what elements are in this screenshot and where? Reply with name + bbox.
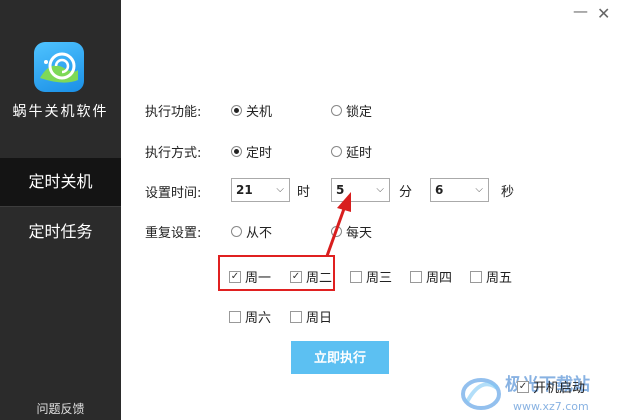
radio-icon[interactable] [231,226,242,237]
option-label: 锁定 [346,105,373,120]
annotation-arrow-icon [325,192,351,257]
watermark-url: www.xz7.com [513,400,589,413]
repeat-option-never[interactable]: 从不 [231,222,272,241]
snail-logo-icon [40,52,78,83]
weekday-sat[interactable]: 周六 [229,307,271,326]
app-name: 蜗牛关机软件 [12,104,109,120]
weekday-thu[interactable]: 周四 [410,267,452,286]
time-label: 设置时间: [145,186,202,201]
weekday-label: 周日 [306,311,333,326]
weekday-label: 周五 [486,271,513,286]
hour-select[interactable]: 21 ⌵ [231,178,290,202]
weekday-label: 周一 [245,271,272,286]
checkbox-icon[interactable] [350,270,362,283]
weekday-wed[interactable]: 周三 [350,267,392,286]
hour-value: 21 [236,183,253,197]
checkbox-checked-icon[interactable]: ✓ [290,270,302,283]
function-label: 执行功能: [145,105,202,120]
chevron-down-icon: ⌵ [475,184,483,195]
radio-checked-icon[interactable] [231,146,242,157]
weekday-sun[interactable]: 周日 [290,307,332,326]
chevron-down-icon: ⌵ [376,184,384,195]
checkbox-icon[interactable] [229,310,241,323]
weekday-label: 周四 [426,271,453,286]
mode-option-delay[interactable]: 延时 [331,142,372,161]
option-label: 从不 [246,226,273,241]
checkbox-icon[interactable] [410,270,422,283]
checkbox-checked-icon[interactable]: ✓ [517,380,529,393]
feedback-link[interactable]: 问题反馈 [0,400,121,417]
checkbox-checked-icon[interactable]: ✓ [229,270,241,283]
mode-label: 执行方式: [145,146,202,161]
weekday-fri[interactable]: 周五 [470,267,512,286]
radio-icon[interactable] [331,146,342,157]
option-label: 关机 [246,105,273,120]
main-panel: — ✕ 执行功能: 关机 锁定 执行方式: 定时 延时 设置时间: 21 ⌵ 时… [121,0,620,420]
chevron-down-icon: ⌵ [276,184,284,195]
minute-unit: 分 [399,185,413,200]
weekday-label: 周二 [306,271,333,286]
weekday-label: 周六 [245,311,272,326]
repeat-label: 重复设置: [145,226,202,241]
radio-checked-icon[interactable] [231,105,242,116]
radio-icon[interactable] [331,105,342,116]
sidebar: 蜗牛关机软件 定时关机 定时任务 问题反馈 [0,0,121,420]
checkbox-icon[interactable] [290,310,302,323]
hour-unit: 时 [297,185,311,200]
option-label: 定时 [246,146,273,161]
second-select[interactable]: 6 ⌵ [430,178,489,202]
autostart-label: 开机启动 [533,381,586,396]
nav-scheduled-task[interactable]: 定时任务 [0,208,121,256]
weekday-tue[interactable]: ✓ 周二 [290,267,332,286]
mode-option-timed[interactable]: 定时 [231,142,272,161]
weekday-mon[interactable]: ✓ 周一 [229,267,271,286]
nav-divider [0,206,121,207]
second-unit: 秒 [501,185,515,200]
app-logo [34,42,84,92]
autostart-checkbox[interactable]: ✓ 开机启动 [517,377,585,396]
nav-scheduled-shutdown[interactable]: 定时关机 [0,158,121,206]
function-option-shutdown[interactable]: 关机 [231,101,272,120]
close-button[interactable]: ✕ [597,4,610,23]
checkbox-icon[interactable] [470,270,482,283]
run-now-button[interactable]: 立即执行 [291,341,389,374]
function-option-lock[interactable]: 锁定 [331,101,372,120]
weekday-label: 周三 [366,271,393,286]
minimize-button[interactable]: — [573,2,588,20]
second-value: 6 [435,183,444,197]
option-label: 延时 [346,146,373,161]
